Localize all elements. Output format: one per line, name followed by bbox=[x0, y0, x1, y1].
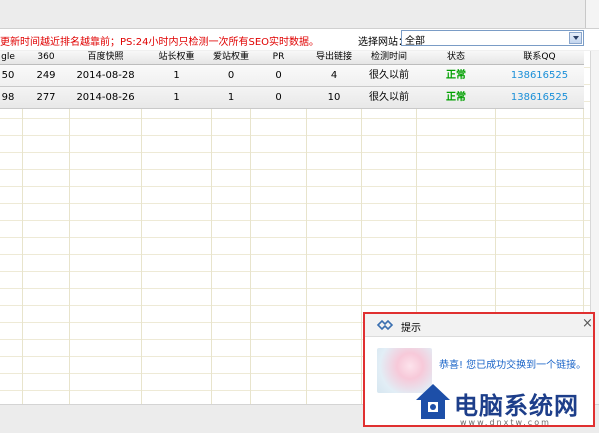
popup-header: 提示 × bbox=[365, 314, 593, 337]
chevron-down-icon[interactable] bbox=[569, 32, 582, 44]
house-logo-icon bbox=[416, 384, 450, 419]
cell-baidu-snapshot: 2014-08-28 bbox=[76, 70, 135, 81]
watermark-title: 电脑系统网 bbox=[454, 391, 579, 420]
column-header-status[interactable]: 状态 bbox=[417, 51, 495, 64]
cell-google: 50 bbox=[1, 70, 15, 81]
notice-text: 更新时间越近排名越靠前；PS:24小时内只检测一次所有SEO实时数据。 bbox=[0, 37, 320, 48]
cell-outbound-links: 10 bbox=[327, 92, 341, 103]
watermark: 电脑系统网 www.dnxtw.com bbox=[408, 378, 599, 432]
watermark-url: www.dnxtw.com bbox=[460, 418, 551, 427]
qq-link[interactable]: 138616525 bbox=[496, 65, 583, 86]
cell-pr: 0 bbox=[275, 70, 282, 81]
table-row[interactable]: 50 249 2014-08-28 1 0 0 4 很久以前 正常 138616… bbox=[0, 65, 584, 87]
cell-baidu-snapshot: 2014-08-26 bbox=[76, 92, 135, 103]
popup-title: 提示 bbox=[401, 323, 421, 334]
qq-link[interactable]: 138616525 bbox=[496, 87, 583, 108]
close-icon[interactable]: × bbox=[582, 316, 593, 332]
cell-google: 98 bbox=[1, 92, 15, 103]
status-badge: 正常 bbox=[446, 70, 466, 81]
table-header: gle 360 百度快照 站长权重 爱站权重 PR 导出链接 检测时间 状态 联… bbox=[0, 51, 584, 65]
cell-check-time: 很久以前 bbox=[369, 70, 409, 81]
column-header-check-time[interactable]: 检测时间 bbox=[362, 51, 416, 64]
column-header-pr[interactable]: PR bbox=[251, 51, 306, 64]
column-header-aizhan-weight[interactable]: 爱站权重 bbox=[212, 51, 250, 64]
cell-chinaz-weight: 1 bbox=[173, 70, 180, 81]
site-filter-select[interactable]: 全部 bbox=[401, 30, 584, 47]
cell-pr: 0 bbox=[275, 92, 282, 103]
column-header-360[interactable]: 360 bbox=[23, 51, 69, 64]
cell-360: 277 bbox=[36, 92, 56, 103]
column-header-google[interactable]: gle bbox=[0, 51, 22, 64]
cell-360: 249 bbox=[36, 70, 56, 81]
cell-chinaz-weight: 1 bbox=[173, 92, 180, 103]
link-icon bbox=[376, 319, 394, 331]
top-toolbar bbox=[0, 0, 599, 29]
status-badge: 正常 bbox=[446, 92, 466, 103]
cell-outbound-links: 4 bbox=[330, 70, 338, 81]
table-row[interactable]: 98 277 2014-08-26 1 1 0 10 很久以前 正常 13861… bbox=[0, 87, 584, 109]
column-header-outbound-links[interactable]: 导出链接 bbox=[307, 51, 361, 64]
cell-aizhan-weight: 0 bbox=[227, 70, 235, 81]
column-header-contact-qq[interactable]: 联系QQ bbox=[496, 51, 583, 64]
site-filter-value: 全部 bbox=[405, 36, 425, 47]
cell-check-time: 很久以前 bbox=[369, 92, 409, 103]
column-header-baidu-snapshot[interactable]: 百度快照 bbox=[70, 51, 141, 64]
cell-aizhan-weight: 1 bbox=[227, 92, 235, 103]
toolbar-edge bbox=[585, 0, 599, 28]
popup-message: 恭喜! 您已成功交换到一个链接。 bbox=[439, 360, 587, 371]
column-header-chinaz-weight[interactable]: 站长权重 bbox=[142, 51, 211, 64]
